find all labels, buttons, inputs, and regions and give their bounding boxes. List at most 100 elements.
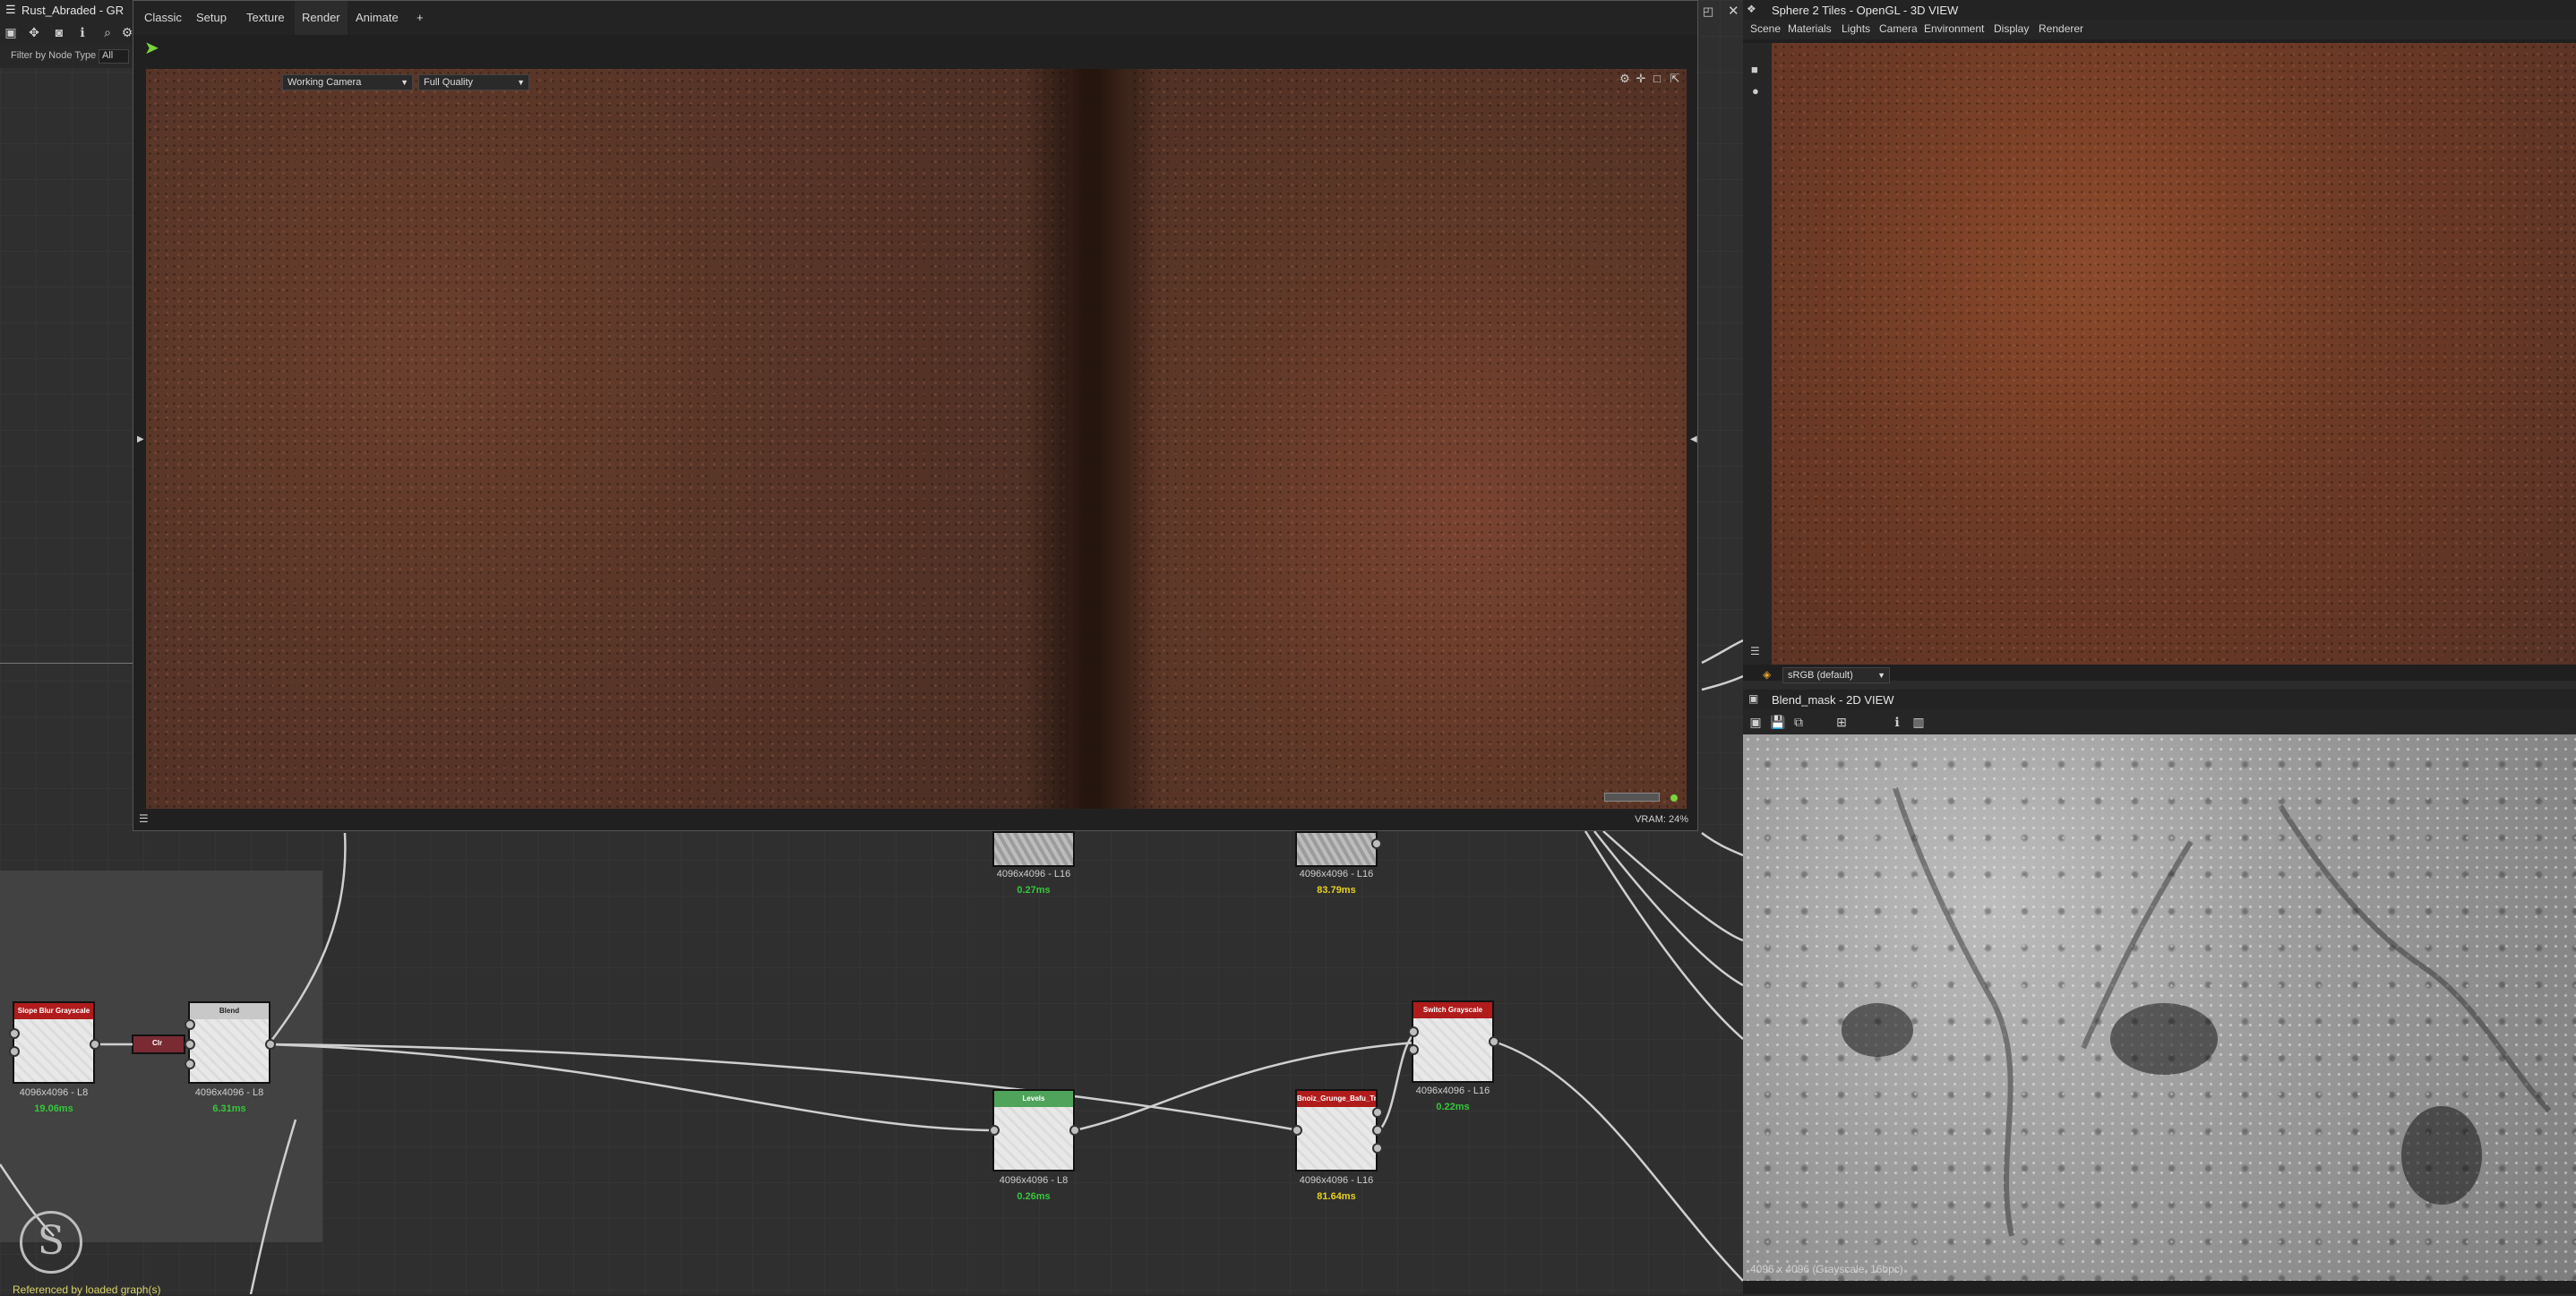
graph-node-blend[interactable]: Blend — [188, 1001, 270, 1084]
status-dot — [1670, 794, 1678, 802]
node-output-port[interactable] — [1372, 1107, 1383, 1118]
histogram-icon[interactable]: ▥ — [1911, 715, 1926, 729]
graph-node-slope-blur[interactable]: Slope Blur Grayscale — [13, 1001, 95, 1084]
quality-select[interactable]: Full Quality ▼ — [418, 74, 529, 90]
render-viewport[interactable] — [146, 69, 1687, 809]
node-thumbnail — [190, 1019, 269, 1082]
node-size: 4096x4096 - L16 — [996, 869, 1071, 880]
node-title: Switch Grayscale — [1413, 1002, 1492, 1018]
move-icon[interactable]: ✛ — [1635, 73, 1647, 85]
node-size: 4096x4096 - L16 — [1415, 1086, 1490, 1096]
menu-materials[interactable]: Materials — [1788, 22, 1832, 35]
close-icon[interactable]: ✕ — [1728, 3, 1739, 19]
copy-icon[interactable]: ⧉ — [1791, 715, 1806, 729]
3d-viewport[interactable] — [1772, 43, 2576, 665]
colorspace-select[interactable]: sRGB (default) ▼ — [1782, 667, 1890, 683]
node-input-port[interactable] — [9, 1028, 20, 1039]
graph-node-levels[interactable]: Levels — [992, 1089, 1075, 1172]
camera-select[interactable]: Working Camera ▼ — [282, 74, 413, 90]
graph-node-thumb[interactable] — [992, 831, 1075, 867]
node-output-port[interactable] — [90, 1039, 100, 1050]
menu-scene[interactable]: Scene — [1750, 22, 1781, 35]
tab-render[interactable]: Render — [295, 1, 348, 35]
2d-view-status: 4096 x 4096 (Grayscale, 16bpc) — [1750, 1263, 1903, 1275]
camera-icon[interactable]: ■ — [1751, 63, 1758, 76]
node-time: 0.27ms — [1017, 885, 1051, 896]
node-title: Bnoiz_Grunge_Bafu_Tr... — [1297, 1091, 1376, 1107]
node-size: 4096x4096 - L8 — [999, 1175, 1069, 1186]
fit-icon[interactable]: ▣ — [1748, 715, 1763, 729]
rust-wall-right — [1131, 69, 1687, 809]
node-input-port[interactable] — [9, 1046, 20, 1057]
tile-icon[interactable]: ⊞ — [1834, 715, 1849, 729]
menu-environment[interactable]: Environment — [1924, 22, 1984, 35]
node-output-port[interactable] — [265, 1039, 276, 1050]
node-input-port[interactable] — [1292, 1125, 1302, 1136]
progress-bar — [1604, 793, 1660, 802]
node-input-port[interactable] — [1408, 1026, 1419, 1037]
graph-node-switch[interactable]: Switch Grayscale — [1412, 1000, 1494, 1083]
menu-icon[interactable]: ☰ — [1750, 645, 1760, 657]
tab-setup[interactable]: Setup — [189, 1, 234, 35]
chevron-down-icon: ▼ — [517, 78, 525, 87]
node-thumbnail — [14, 1019, 93, 1082]
mini-node-label: Clr — [152, 1039, 163, 1047]
pointer-icon[interactable]: ➤ — [144, 37, 159, 59]
node-input-port[interactable] — [1408, 1044, 1419, 1055]
node-title: Slope Blur Grayscale — [14, 1003, 93, 1019]
save-icon[interactable]: 💾 — [1770, 715, 1785, 729]
chevron-down-icon: ▼ — [1877, 671, 1885, 680]
menu-display[interactable]: Display — [1994, 22, 2029, 35]
menu-icon[interactable]: ☰ — [139, 812, 149, 825]
chevron-down-icon: ▼ — [400, 78, 408, 87]
maximize-icon[interactable]: ◰ — [1703, 4, 1713, 19]
node-thumbnail — [1297, 1107, 1376, 1170]
node-title: Blend — [190, 1003, 269, 1019]
node-output-port[interactable] — [1489, 1036, 1499, 1047]
2d-viewport[interactable] — [1743, 734, 2576, 1281]
node-input-port[interactable] — [185, 1059, 195, 1069]
tab-animate[interactable]: Animate — [348, 1, 406, 35]
node-output-port[interactable] — [1069, 1125, 1080, 1136]
graph-node-thumb[interactable] — [1295, 831, 1378, 867]
node-input-port[interactable] — [185, 1019, 195, 1030]
designer-logo: S — [20, 1211, 82, 1274]
frame-icon[interactable]: □ — [1651, 73, 1663, 85]
cube-icon: ❖ — [1747, 3, 1756, 15]
3d-view-title: Sphere 2 Tiles - OpenGL - 3D VIEW — [1772, 4, 1959, 17]
render-tabs: Classic Setup Texture Render Animate + ◰… — [133, 1, 1739, 35]
2d-view-toolbar: ▣ 💾 ⧉ ⊞ ℹ ▥ — [1743, 709, 2576, 734]
tab-classic[interactable]: Classic — [137, 1, 189, 35]
2d-view-title-bar: ▣ Blend_mask - 2D VIEW — [1743, 690, 2576, 709]
3d-view-sidebar: ■ ● ☰ — [1743, 43, 1772, 665]
expand-left-icon[interactable]: ▶ — [137, 434, 144, 444]
2d-view-panel: ▣ Blend_mask - 2D VIEW ▣ 💾 ⧉ ⊞ ℹ ▥ 4096 … — [1743, 690, 2576, 1294]
tab-add[interactable]: + — [409, 1, 431, 35]
light-icon[interactable]: ● — [1752, 84, 1759, 98]
menu-camera[interactable]: Camera — [1879, 22, 1918, 35]
popout-icon[interactable]: ⇱ — [1669, 73, 1681, 85]
node-size: 4096x4096 - L16 — [1299, 869, 1374, 880]
graph-node-grunge[interactable]: Bnoiz_Grunge_Bafu_Tr... — [1295, 1089, 1378, 1172]
2d-view-title: Blend_mask - 2D VIEW — [1772, 693, 1894, 707]
node-size: 4096x4096 - L16 — [1299, 1175, 1374, 1186]
node-title: Levels — [994, 1091, 1073, 1107]
tab-texture[interactable]: Texture — [239, 1, 292, 35]
3d-view-panel: ❖ Sphere 2 Tiles - OpenGL - 3D VIEW Scen… — [1743, 0, 2576, 681]
node-time: 6.31ms — [212, 1103, 246, 1114]
camera-select-value: Working Camera — [288, 77, 362, 88]
info-icon[interactable]: ℹ — [1890, 715, 1904, 729]
menu-renderer[interactable]: Renderer — [2039, 22, 2083, 35]
node-output-port[interactable] — [1372, 1143, 1383, 1154]
node-input-port[interactable] — [989, 1125, 1000, 1136]
node-output-port[interactable] — [1372, 1125, 1383, 1136]
menu-lights[interactable]: Lights — [1842, 22, 1870, 35]
expand-right-icon[interactable]: ◀ — [1690, 434, 1697, 444]
mask-texture-cracks — [1842, 787, 2552, 1237]
node-time: 81.64ms — [1317, 1191, 1356, 1202]
settings-icon[interactable]: ⚙ — [1619, 73, 1631, 85]
node-input-port[interactable] — [185, 1039, 195, 1050]
node-output-port[interactable] — [1371, 838, 1382, 849]
vram-readout: VRAM: 24% — [1635, 814, 1688, 825]
wall-corner-shadow — [1024, 69, 1158, 809]
